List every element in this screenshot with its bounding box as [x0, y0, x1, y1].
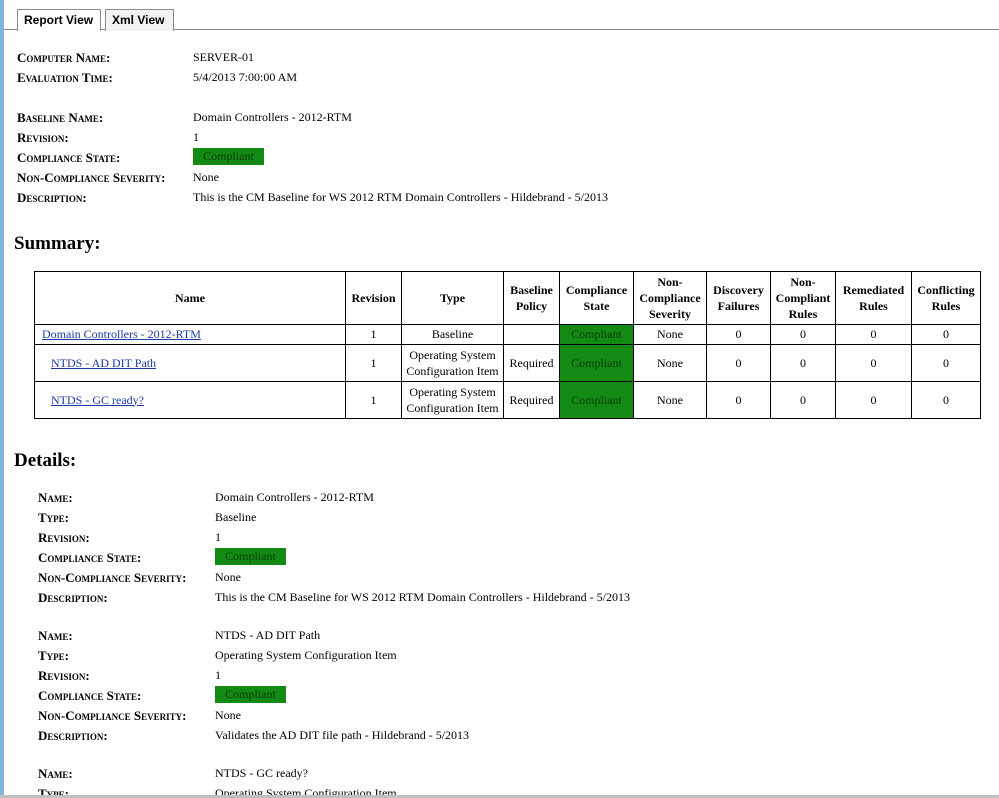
table-cell-type: Operating System Configuration Item	[401, 381, 504, 419]
detail-type-label: Type:	[38, 648, 69, 663]
table-cell-conflicting: 0	[911, 324, 981, 345]
column-header-conflicting-rules: Conflicting Rules	[911, 271, 981, 325]
column-header-discovery-failures: Discovery Failures	[706, 271, 771, 325]
baseline-description-value: This is the CM Baseline for WS 2012 RTM …	[193, 190, 609, 204]
table-cell-name: NTDS - GC ready?	[34, 381, 346, 419]
detail-type-value: Operating System Configuration Item	[215, 648, 397, 662]
table-cell-type: Operating System Configuration Item	[401, 344, 504, 382]
baseline-severity-label: Non-Compliance Severity:	[17, 170, 166, 185]
detail-revision-label: Revision:	[38, 530, 90, 545]
table-cell-conflicting: 0	[911, 344, 981, 382]
column-header-revision: Revision	[345, 271, 402, 325]
tab-bar: Report View Xml View	[4, 0, 999, 31]
detail-severity-value: None	[215, 708, 241, 722]
column-header-compliance-state: Compliance State	[559, 271, 634, 325]
column-header-non-compliant-rules: Non-Compliant Rules	[770, 271, 836, 325]
detail-severity-label: Non-Compliance Severity:	[38, 570, 187, 585]
baseline-name-label: Baseline Name:	[17, 110, 104, 125]
table-cell-name: Domain Controllers - 2012-RTM	[34, 324, 346, 345]
detail-revision-label: Revision:	[38, 668, 90, 683]
table-cell-severity: None	[633, 324, 707, 345]
table-row: NTDS - AD DIT Path 1 Operating System Co…	[34, 344, 981, 382]
detail-name-label: Name:	[38, 490, 73, 505]
table-cell-revision: 1	[345, 381, 402, 419]
baseline-severity-value: None	[193, 170, 219, 184]
table-cell-policy	[503, 324, 560, 345]
status-badge: Compliant	[215, 548, 286, 565]
table-cell-revision: 1	[345, 324, 402, 345]
summary-header-row: Name Revision Type Baseline Policy Compl…	[34, 271, 981, 325]
window-left-border	[0, 0, 4, 798]
summary-heading: Summary:	[14, 233, 101, 254]
detail-description-label: Description:	[38, 728, 108, 743]
table-cell-policy: Required	[503, 344, 560, 382]
table-row: Domain Controllers - 2012-RTM 1 Baseline…	[34, 324, 981, 345]
detail-name-value: NTDS - GC ready?	[215, 766, 308, 780]
detail-revision-value: 1	[215, 668, 221, 682]
configuration-item-link[interactable]: NTDS - GC ready?	[51, 393, 144, 407]
table-cell-discovery: 0	[706, 324, 771, 345]
detail-description-value: This is the CM Baseline for WS 2012 RTM …	[215, 590, 631, 604]
detail-name-label: Name:	[38, 766, 73, 781]
table-cell-state: Compliant	[559, 324, 634, 345]
table-cell-discovery: 0	[706, 381, 771, 419]
detail-name-value: Domain Controllers - 2012-RTM	[215, 490, 374, 504]
baseline-description-label: Description:	[17, 190, 87, 205]
column-header-type: Type	[401, 271, 504, 325]
table-cell-state: Compliant	[559, 381, 634, 419]
detail-description-label: Description:	[38, 590, 108, 605]
table-cell-severity: None	[633, 344, 707, 382]
computer-name-value: SERVER-01	[193, 50, 255, 64]
table-cell-discovery: 0	[706, 344, 771, 382]
table-cell-type: Baseline	[401, 324, 504, 345]
table-cell-noncompliant: 0	[770, 381, 836, 419]
table-cell-remediated: 0	[835, 324, 912, 345]
detail-description-value: Validates the AD DIT file path - Hildebr…	[215, 728, 470, 742]
table-cell-noncompliant: 0	[770, 324, 836, 345]
evaluation-time-value: 5/4/2013 7:00:00 AM	[193, 70, 298, 84]
detail-type-label: Type:	[38, 510, 69, 525]
tab-report-view[interactable]: Report View	[17, 9, 101, 31]
baseline-revision-value: 1	[193, 130, 199, 144]
column-header-baseline-policy: Baseline Policy	[503, 271, 560, 325]
detail-type-value: Baseline	[215, 510, 257, 524]
table-cell-policy: Required	[503, 381, 560, 419]
status-badge: Compliant	[193, 148, 264, 165]
baseline-link[interactable]: Domain Controllers - 2012-RTM	[42, 327, 201, 341]
table-cell-conflicting: 0	[911, 381, 981, 419]
table-cell-remediated: 0	[835, 381, 912, 419]
status-badge: Compliant	[215, 686, 286, 703]
detail-revision-value: 1	[215, 530, 221, 544]
table-cell-remediated: 0	[835, 344, 912, 382]
details-heading: Details:	[14, 450, 77, 471]
baseline-name-value: Domain Controllers - 2012-RTM	[193, 110, 352, 124]
configuration-item-link[interactable]: NTDS - AD DIT Path	[51, 356, 156, 370]
detail-severity-value: None	[215, 570, 241, 584]
detail-name-value: NTDS - AD DIT Path	[215, 628, 321, 642]
column-header-non-compliance-severity: Non-Compliance Severity	[633, 271, 707, 325]
report-viewer: Report View Xml View Computer Name: SERV…	[0, 0, 999, 798]
detail-state-label: Compliance State:	[38, 550, 142, 565]
baseline-revision-label: Revision:	[17, 130, 69, 145]
table-cell-state: Compliant	[559, 344, 634, 382]
table-cell-noncompliant: 0	[770, 344, 836, 382]
table-cell-name: NTDS - AD DIT Path	[34, 344, 346, 382]
detail-name-label: Name:	[38, 628, 73, 643]
column-header-remediated-rules: Remediated Rules	[835, 271, 912, 325]
computer-name-label: Computer Name:	[17, 50, 111, 65]
column-header-name: Name	[34, 271, 346, 325]
tab-xml-view[interactable]: Xml View	[105, 9, 174, 31]
table-cell-revision: 1	[345, 344, 402, 382]
baseline-state-label: Compliance State:	[17, 150, 121, 165]
detail-severity-label: Non-Compliance Severity:	[38, 708, 187, 723]
summary-table: Name Revision Type Baseline Policy Compl…	[34, 271, 981, 419]
table-row: NTDS - GC ready? 1 Operating System Conf…	[34, 381, 981, 419]
detail-state-label: Compliance State:	[38, 688, 142, 703]
table-cell-severity: None	[633, 381, 707, 419]
evaluation-time-label: Evaluation Time:	[17, 70, 113, 85]
